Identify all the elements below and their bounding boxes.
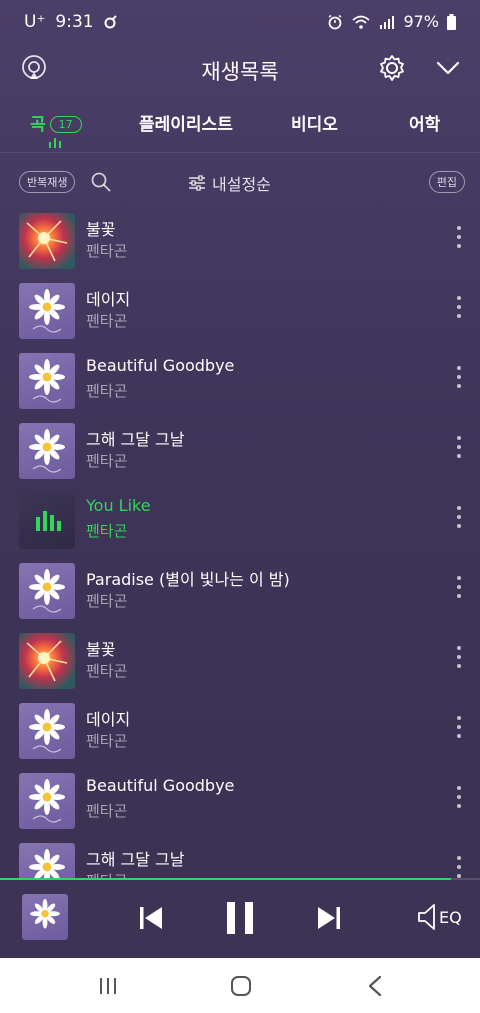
- tab-bar: 곡 17 플레이리스트 비디오 어학: [0, 100, 480, 153]
- collapse-button[interactable]: [432, 52, 464, 84]
- more-vert-icon[interactable]: [456, 716, 462, 738]
- alarm-icon: [328, 14, 342, 29]
- album-art-daisy: [19, 703, 75, 759]
- tab-language[interactable]: 어학: [409, 110, 440, 135]
- back-icon: [368, 975, 382, 997]
- home-button[interactable]: [230, 975, 252, 1001]
- prev-icon: [140, 907, 162, 929]
- song-title: 데이지: [86, 710, 131, 729]
- more-vert-icon[interactable]: [456, 576, 462, 598]
- carrier-label: U⁺: [24, 12, 46, 32]
- song-row[interactable]: 데이지 펜타곤: [0, 278, 480, 348]
- song-row[interactable]: 데이지 펜타곤: [0, 698, 480, 768]
- pause-button[interactable]: [225, 900, 255, 940]
- song-row[interactable]: 불꽃 펜타곤: [0, 208, 480, 278]
- tab-videos[interactable]: 비디오: [291, 110, 338, 135]
- sort-button[interactable]: 내설정순: [188, 171, 271, 195]
- more-vert-icon[interactable]: [456, 366, 462, 388]
- more-vert-icon[interactable]: [456, 506, 462, 528]
- settings-button[interactable]: [376, 52, 408, 84]
- album-art-daisy: [19, 283, 75, 339]
- eq-label: EQ: [439, 907, 462, 927]
- song-artist: 펜타곤: [86, 242, 128, 260]
- battery-percent: 97%: [403, 12, 439, 31]
- album-art-daisy: [19, 773, 75, 829]
- song-title: Paradise (별이 빛나는 이 밤): [86, 570, 290, 589]
- back-button[interactable]: [367, 975, 383, 1001]
- song-list: 불꽃 펜타곤 데이지 펜타곤 Beautiful Goodbye 펜타곤 그해 …: [0, 208, 480, 880]
- list-toolbar: 반복재생 내설정순 편집: [0, 164, 480, 200]
- edit-button[interactable]: 편집: [428, 171, 465, 193]
- more-vert-icon[interactable]: [456, 226, 462, 248]
- battery-icon: [447, 13, 456, 30]
- page-title: 재생목록: [201, 60, 279, 84]
- mini-player: EQ: [0, 880, 480, 958]
- song-row-now-playing[interactable]: You Like 펜타곤: [0, 488, 480, 558]
- album-art-now-playing: [19, 493, 75, 549]
- song-title: 데이지: [86, 290, 131, 309]
- previous-button[interactable]: [138, 904, 164, 936]
- album-art-daisy: [19, 353, 75, 409]
- song-title: Beautiful Goodbye: [86, 356, 235, 375]
- song-artist: 펜타곤: [86, 802, 128, 820]
- gear-icon: [380, 55, 404, 81]
- sort-label: 내설정순: [212, 175, 271, 194]
- chevron-down-icon: [436, 61, 460, 75]
- song-row[interactable]: Paradise (별이 빛나는 이 밤) 펜타곤: [0, 558, 480, 628]
- recent-apps-icon: [100, 978, 116, 994]
- song-artist: 펜타곤: [86, 452, 128, 470]
- song-row[interactable]: 불꽃 펜타곤: [0, 628, 480, 698]
- pause-icon: [227, 902, 253, 934]
- song-row[interactable]: Beautiful Goodbye 펜타곤: [0, 348, 480, 418]
- next-icon: [318, 907, 340, 929]
- more-vert-icon[interactable]: [456, 856, 462, 878]
- song-artist: 펜타곤: [86, 662, 128, 680]
- tab-playlists[interactable]: 플레이리스트: [139, 110, 233, 135]
- song-artist: 펜타곤: [86, 732, 128, 750]
- more-vert-icon[interactable]: [456, 786, 462, 808]
- song-count-badge: 17: [49, 116, 82, 133]
- time-label: 9:31: [55, 12, 94, 32]
- song-row[interactable]: Beautiful Goodbye 펜타곤: [0, 768, 480, 838]
- more-vert-icon[interactable]: [456, 296, 462, 318]
- equalizer-icon: [49, 138, 61, 148]
- search-icon: [91, 172, 111, 192]
- recent-apps-button[interactable]: [98, 977, 118, 999]
- song-row[interactable]: 그해 그달 그날 펜타곤: [0, 418, 480, 488]
- song-title: 불꽃: [86, 640, 116, 659]
- album-art-daisy: [19, 843, 75, 880]
- song-title: Beautiful Goodbye: [86, 776, 235, 795]
- song-title: 그해 그달 그날: [86, 430, 185, 449]
- song-artist: 펜타곤: [86, 382, 128, 400]
- album-art-fire: [19, 633, 75, 689]
- more-vert-icon[interactable]: [456, 646, 462, 668]
- tab-songs[interactable]: 곡 17: [30, 110, 82, 148]
- status-bar: U⁺ 9:31 97%: [0, 0, 480, 44]
- next-button[interactable]: [316, 904, 342, 936]
- album-art-daisy: [19, 423, 75, 479]
- wifi-icon: [352, 15, 371, 29]
- song-artist: 펜타곤: [86, 522, 128, 540]
- song-title: You Like: [86, 496, 151, 515]
- repeat-button[interactable]: 반복재생: [19, 171, 76, 193]
- home-icon: [231, 976, 251, 996]
- song-artist: 펜타곤: [86, 312, 128, 330]
- song-title: 그해 그달 그날: [86, 850, 185, 869]
- header: 재생목록: [0, 44, 480, 94]
- system-nav-bar: [0, 958, 480, 1013]
- more-vert-icon[interactable]: [456, 436, 462, 458]
- notification-icon: [104, 15, 117, 29]
- tab-songs-label: 곡: [30, 115, 46, 135]
- song-row[interactable]: 그해 그달 그날 펜타곤: [0, 838, 480, 880]
- eq-button[interactable]: EQ: [416, 902, 462, 932]
- sort-sliders-icon: [189, 175, 205, 191]
- signal-icon: [380, 15, 395, 29]
- song-artist: 펜타곤: [86, 592, 128, 610]
- now-playing-art[interactable]: [22, 894, 68, 940]
- search-button[interactable]: [85, 166, 117, 198]
- song-title: 불꽃: [86, 220, 116, 239]
- speaker-eq-icon: [418, 904, 435, 930]
- album-art-daisy: [19, 563, 75, 619]
- album-art-fire: [19, 213, 75, 269]
